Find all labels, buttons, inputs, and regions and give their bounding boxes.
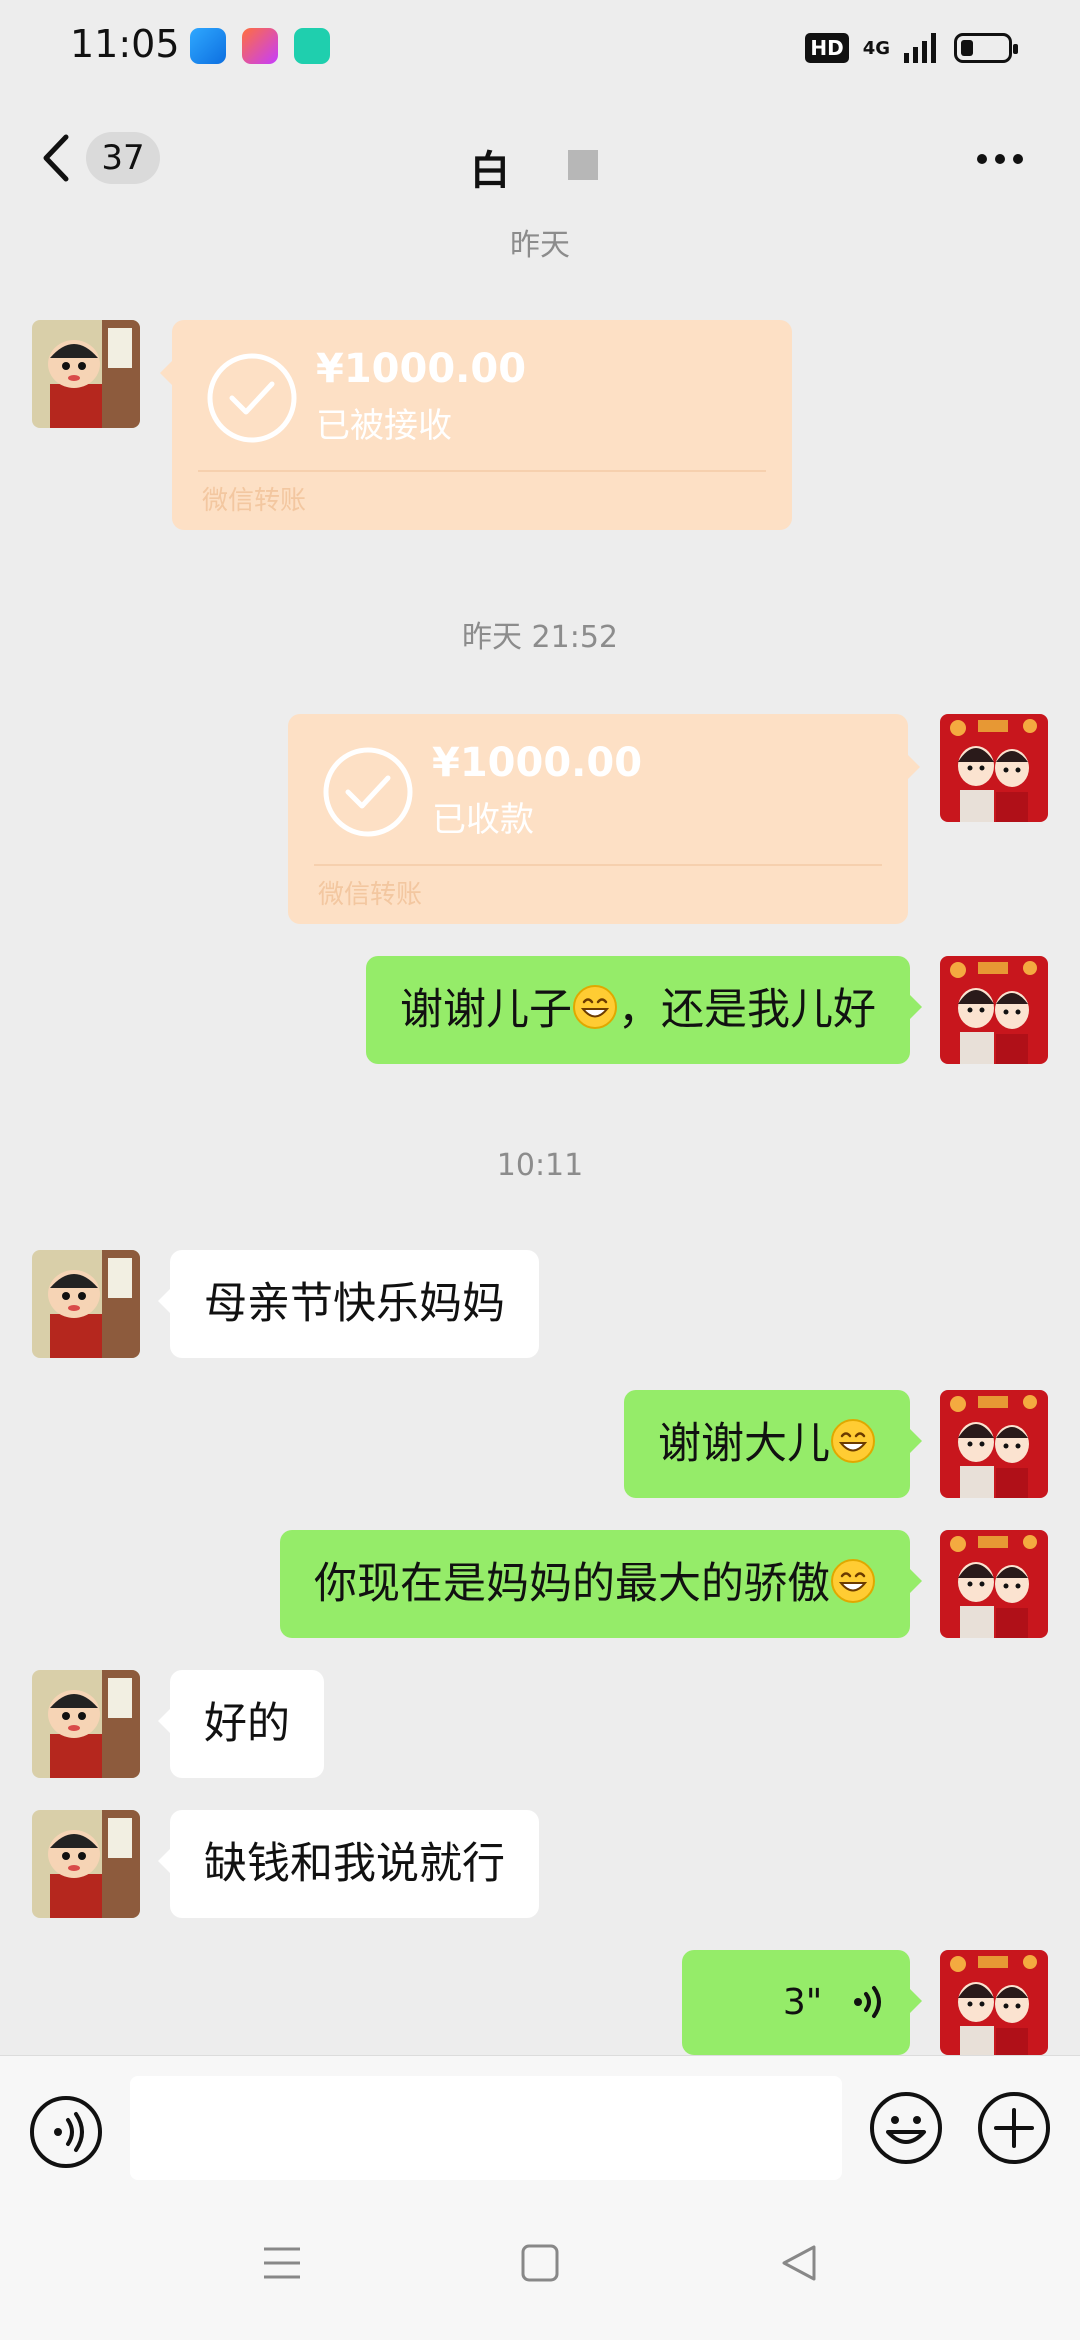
- message-bubble-received[interactable]: 母亲节快乐妈妈: [158, 1250, 539, 1358]
- contact-avatar[interactable]: [32, 320, 140, 428]
- voice-toggle-icon: [30, 2096, 102, 2168]
- hd-badge: HD: [805, 33, 849, 63]
- home-icon: [521, 2244, 559, 2282]
- status-indicators: HD 4G: [805, 28, 1018, 68]
- status-bar: 11:05 HD 4G: [0, 0, 1080, 96]
- my-avatar[interactable]: [940, 1950, 1048, 2055]
- transfer-amount: ¥1000.00: [316, 346, 527, 392]
- app-notification-icon-2: [242, 28, 278, 64]
- voice-duration: 3": [782, 1982, 823, 2023]
- app-notification-icon-3: [294, 28, 330, 64]
- my-avatar[interactable]: [940, 1530, 1048, 1638]
- timestamp: 昨天 21:52: [462, 620, 618, 655]
- grin-emoji-icon: [830, 1418, 876, 1480]
- transfer-status: 已收款: [432, 800, 534, 840]
- transfer-amount: ¥1000.00: [432, 740, 643, 786]
- transfer-divider: [314, 864, 882, 866]
- title-redaction: [568, 150, 598, 180]
- emoji-icon: [870, 2092, 942, 2164]
- message-text-suffix: ，还是我儿好: [618, 985, 876, 1035]
- message-text: 缺钱和我说就行: [204, 1839, 505, 1889]
- check-circle-icon: [323, 747, 413, 837]
- chat-header: 37 白: [0, 110, 1080, 210]
- back-icon: [43, 134, 69, 182]
- more-icon: [977, 154, 1023, 164]
- signal-icon: [904, 33, 936, 63]
- transfer-footer: 微信转账: [318, 880, 423, 910]
- back-triangle-icon: [782, 2245, 816, 2281]
- plus-icon: [978, 2092, 1050, 2164]
- network-label: 4G: [862, 37, 890, 59]
- unread-count-badge: 37: [86, 132, 160, 184]
- timestamp: 10:11: [496, 1148, 584, 1183]
- home-button[interactable]: [520, 2243, 560, 2287]
- message-text: 好的: [204, 1699, 290, 1749]
- voice-toggle-button[interactable]: [28, 2094, 104, 2174]
- transfer-status: 已被接收: [316, 406, 452, 446]
- more-button[interactable]: [960, 134, 1040, 184]
- contact-avatar[interactable]: [32, 1670, 140, 1778]
- my-avatar[interactable]: [940, 714, 1048, 822]
- back-nav-button[interactable]: [778, 2243, 818, 2287]
- message-text: 谢谢儿子: [400, 985, 572, 1035]
- message-bubble-sent[interactable]: 谢谢大儿: [624, 1390, 922, 1498]
- check-circle-icon: [207, 353, 297, 443]
- voice-message-bubble[interactable]: 3": [682, 1950, 922, 2055]
- message-bubble-sent[interactable]: 你现在是妈妈的最大的骄傲: [280, 1530, 922, 1638]
- emoji-button[interactable]: [868, 2090, 944, 2170]
- transfer-footer: 微信转账: [202, 486, 307, 516]
- menu-icon: [264, 2247, 300, 2279]
- status-time: 11:05: [70, 22, 180, 66]
- input-bar: [0, 2055, 1080, 2195]
- transfer-card-received[interactable]: ¥1000.00 已被接收 微信转账: [160, 320, 792, 530]
- contact-avatar[interactable]: [32, 1810, 140, 1918]
- grin-emoji-icon: [830, 1558, 876, 1620]
- battery-icon: [954, 33, 1018, 63]
- system-navigation-bar: [0, 2195, 1080, 2340]
- voice-wave-icon: [854, 1986, 881, 2018]
- timestamp: 昨天: [510, 228, 570, 263]
- grin-emoji-icon: [572, 984, 618, 1046]
- message-bubble-sent[interactable]: 谢谢儿子 ，还是我儿好: [366, 956, 922, 1064]
- app-notification-icon-1: [190, 28, 226, 64]
- my-avatar[interactable]: [940, 1390, 1048, 1498]
- plus-button[interactable]: [976, 2090, 1052, 2170]
- battery-level: [961, 40, 973, 56]
- contact-avatar[interactable]: [32, 1250, 140, 1358]
- message-text: 谢谢大儿: [658, 1419, 830, 1469]
- menu-button[interactable]: [262, 2243, 302, 2287]
- message-input[interactable]: [130, 2076, 842, 2180]
- my-avatar[interactable]: [940, 956, 1048, 1064]
- transfer-divider: [198, 470, 766, 472]
- chat-title: 白: [470, 148, 510, 194]
- back-button[interactable]: 37: [40, 132, 160, 184]
- transfer-card-collected[interactable]: ¥1000.00 已收款 微信转账: [288, 714, 920, 924]
- message-bubble-received[interactable]: 好的: [158, 1670, 324, 1778]
- message-bubble-received[interactable]: 缺钱和我说就行: [158, 1810, 539, 1918]
- message-text: 你现在是妈妈的最大的骄傲: [314, 1559, 830, 1609]
- message-text: 母亲节快乐妈妈: [204, 1279, 505, 1329]
